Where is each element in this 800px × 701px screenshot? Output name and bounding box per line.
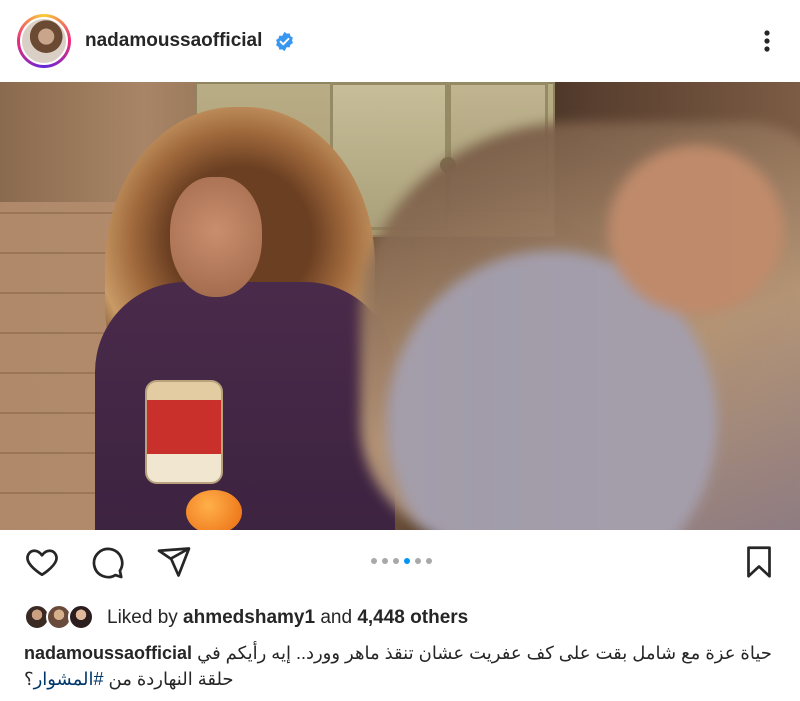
carousel-indicator [371,558,432,564]
hashtag-link[interactable]: #المشوار [34,669,104,689]
heart-icon[interactable] [24,544,60,580]
sweater-jar-print [145,380,223,484]
foreground-blurred-person [360,122,800,530]
caption-line1: حياة عزة مع شامل بقت على كف عفريت عشان ت… [197,643,772,663]
caption-username-link[interactable]: nadamoussaofficial [24,643,192,663]
post-media[interactable] [0,82,800,530]
likes-summary: Liked by ahmedshamy1 and 4,448 others [0,600,800,634]
likes-middle: and [315,607,358,628]
carousel-dot [393,558,399,564]
liker-username-link[interactable]: ahmedshamy1 [183,607,315,628]
carousel-dot-active [404,558,410,564]
bookmark-icon[interactable] [741,544,777,580]
share-icon[interactable] [156,544,192,580]
carousel-dot [415,558,421,564]
post-header: nadamoussaofficial [0,0,800,82]
more-options-icon[interactable] [752,26,782,56]
carousel-dot [382,558,388,564]
post-caption: nadamoussaofficial حياة عزة مع شامل بقت … [24,640,784,692]
likes-text: Liked by ahmedshamy1 and 4,448 others [107,607,468,629]
likes-prefix: Liked by [107,607,184,628]
orange-fruit [186,490,242,530]
avatar-image [20,17,68,65]
post-actions [0,530,800,598]
caption-line2: حلقة النهاردة من #المشوار؟ [24,666,784,692]
carousel-dot [426,558,432,564]
comment-icon[interactable] [89,544,125,580]
liker-avatar[interactable] [68,604,94,630]
verified-badge-icon [276,31,293,52]
likes-others-link[interactable]: 4,448 others [357,607,468,628]
caption-line2-text: حلقة النهاردة من [103,669,234,689]
woman-face [170,177,262,297]
carousel-dot [371,558,377,564]
caption-line2-end: ؟ [24,669,34,689]
woman-sweater [95,282,395,530]
profile-avatar[interactable] [17,14,71,68]
username-link[interactable]: nadamoussaofficial [85,30,262,52]
